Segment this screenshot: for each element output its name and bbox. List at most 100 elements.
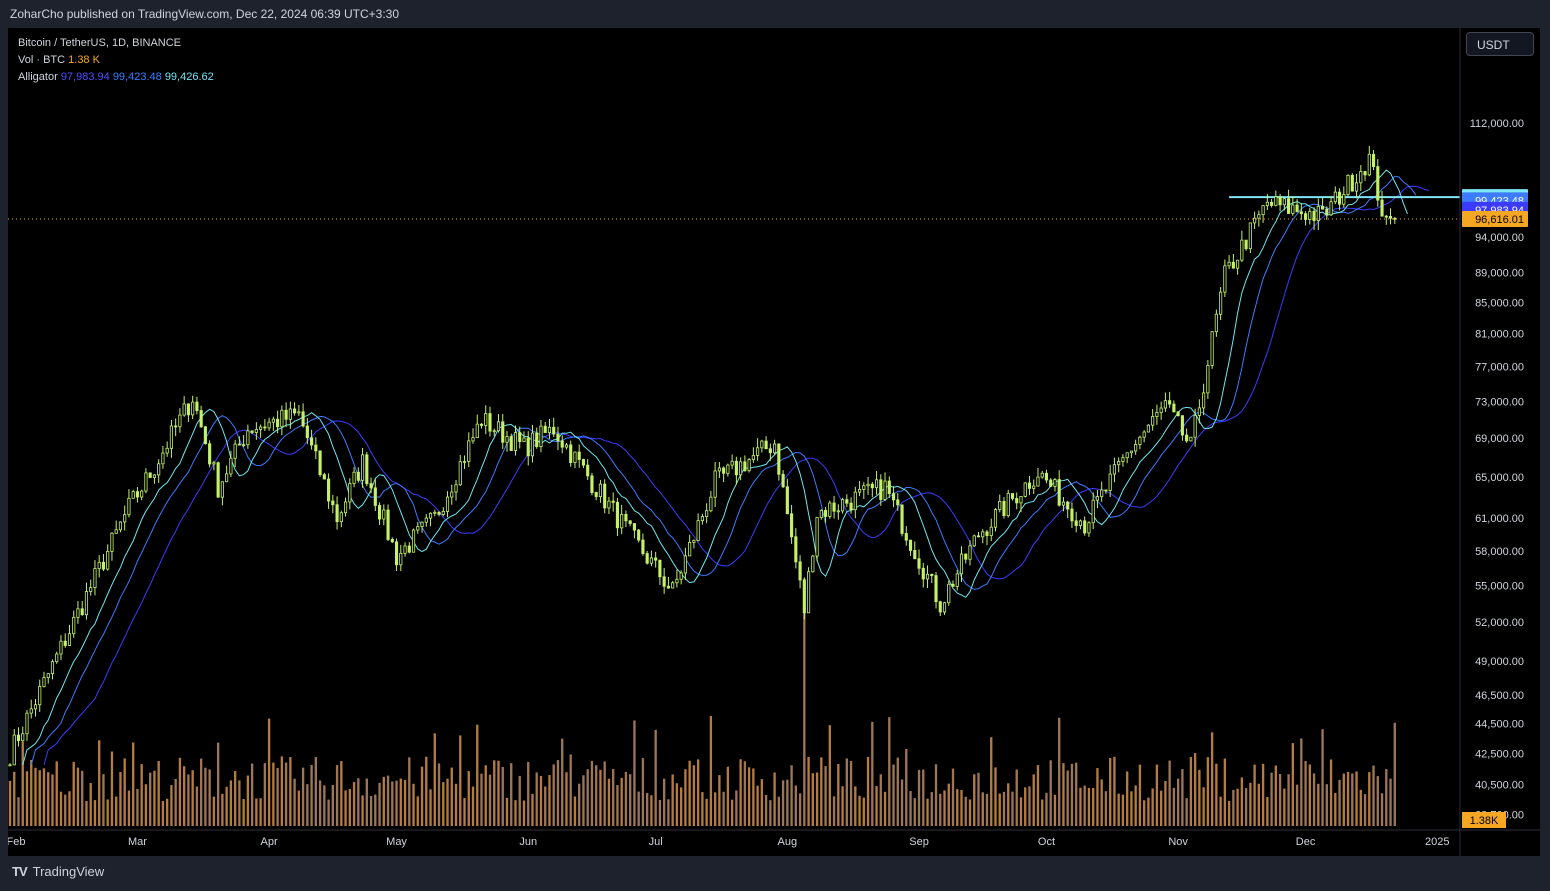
volume-bar [340,761,343,826]
volume-bar [892,764,895,826]
chart-area[interactable]: 112,000.00 94,000.00 89,000.00 85,000.00 81,… [8,28,1540,856]
currency-button[interactable]: USDT [1466,32,1534,56]
candle-body [63,640,67,646]
volume-bar [811,773,814,826]
tradingview-logo-icon: TV [12,864,28,879]
candle-body [445,496,450,512]
price-chart[interactable]: 112,000.00 94,000.00 89,000.00 85,000.00 81,… [8,28,1540,856]
candle-body [1044,472,1049,481]
volume-bar [641,758,645,826]
candle-body [208,443,212,465]
volume-bar [81,770,84,826]
volume-bar [671,774,674,826]
candle-body [1240,239,1244,261]
candle-body [293,408,297,414]
candle-body [1261,205,1265,216]
volume-bar [1266,796,1269,826]
volume-bar [760,779,764,826]
volume-bar [1134,785,1137,826]
candle-body [1134,444,1138,452]
candle-body [615,501,620,529]
volume-bar [1227,800,1231,826]
volume-bar [913,798,916,826]
candle-body [242,444,246,447]
candle-body [288,408,292,420]
volume-bar [34,767,37,826]
candle-body [904,533,908,541]
candle-body [471,437,475,442]
volume-bar [773,772,776,826]
candle-body [1270,201,1274,206]
candle-body [1049,479,1053,487]
price-tick-label: 65,000.00 [1475,472,1524,484]
volume-bar [1215,763,1218,826]
candle-body [394,541,399,566]
volume-bar [590,760,594,826]
volume-bar [89,782,92,826]
volume-bar [994,767,997,826]
volume-bar [624,771,628,826]
volume-bar [216,742,220,826]
candle-body [365,454,369,484]
candle-body [879,479,883,500]
volume-bar [607,778,611,826]
candle-body [386,509,390,540]
candle-body [1304,213,1308,220]
price-tick-label: 46,500.00 [1475,690,1524,702]
volume-bar [662,778,666,826]
candle-body [1248,222,1252,250]
volume-bar [229,780,233,826]
volume-bar [1244,788,1248,826]
candle-body [322,474,326,480]
candle-body [1083,520,1087,534]
time-axis[interactable]: Feb Mar Apr May Jun Jul Aug Sep Oct Nov Dec 2025 [8,829,1540,848]
volume-bar [144,784,148,826]
volume-bar [637,791,640,826]
candle-body [586,464,590,477]
price-axis[interactable]: 112,000.00 94,000.00 89,000.00 85,000.00 81,… [1459,28,1528,856]
volume-bar [25,771,29,826]
candle-body [462,461,467,463]
candle-body [951,583,955,587]
candle-body [382,509,386,520]
volume-bar [221,793,224,826]
candle-body [33,704,38,710]
volume-bar [505,797,509,826]
candle-body [1142,431,1146,438]
volume-bar [1109,758,1112,826]
candle-body [42,677,46,687]
candle-body [263,426,267,429]
volume-bar [985,793,989,826]
volume-bar [841,786,844,826]
candle-body [917,558,921,569]
candle-body [106,550,110,570]
volume-bar [1232,789,1235,826]
volume-bar [450,767,453,826]
candle-body [344,501,348,514]
volume-bar [208,769,211,826]
volume-bar [781,780,785,826]
candle-body [934,575,938,603]
volume-bar [51,774,54,826]
volume-bar [297,790,301,826]
candle-body [1278,196,1282,206]
candle-body [739,461,743,476]
candle-body [1146,424,1150,433]
candle-body [144,472,148,492]
volume-bar [416,796,419,826]
candle-body [1193,414,1197,438]
symbol-title[interactable]: Bitcoin / TetherUS, 1D, BINANCE [18,35,214,52]
volume-bar [102,774,105,826]
candle-body [1359,171,1363,184]
candle-body [1337,191,1342,205]
tradingview-logo[interactable]: TV TradingView [12,864,104,879]
volume-bar [471,786,475,826]
volume-bar [1087,787,1091,826]
candle-body [717,467,721,472]
price-tick-label: 85,000.00 [1475,297,1524,309]
candle-body [501,421,505,443]
candle-body [1346,174,1350,195]
candle-body [1342,194,1346,205]
volume-bar [692,765,696,826]
volume-bar [552,764,555,826]
